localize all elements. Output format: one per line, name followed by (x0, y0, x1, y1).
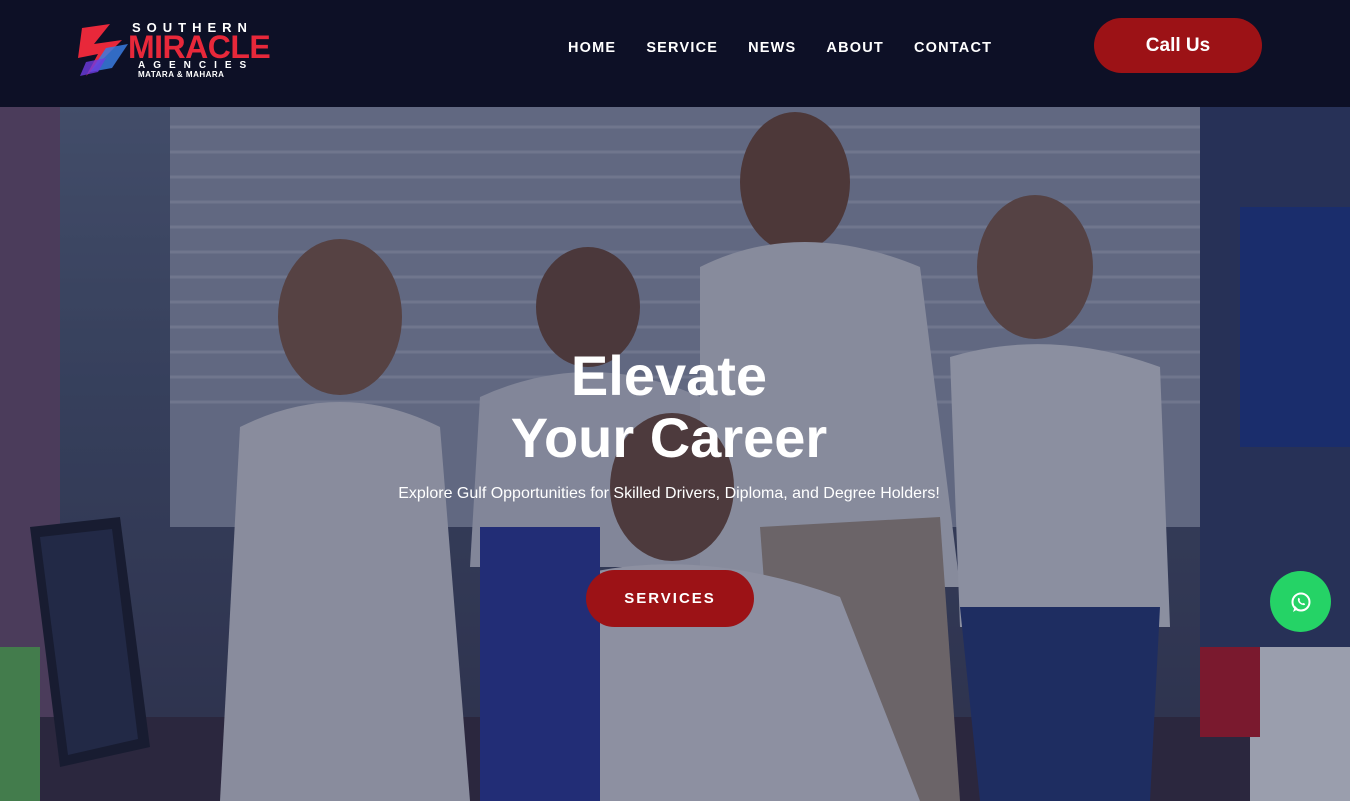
hero-title-line-2: Your Career (510, 406, 828, 469)
nav-news[interactable]: NEWS (748, 40, 796, 56)
call-us-button[interactable]: Call Us (1094, 18, 1262, 73)
hero-title: Elevate Your Career (0, 345, 1338, 469)
logo-mark-icon (78, 24, 128, 76)
whatsapp-icon (1291, 592, 1310, 612)
hero-title-line-1: Elevate (570, 344, 768, 407)
hero-subtitle: Explore Gulf Opportunities for Skilled D… (398, 485, 940, 502)
main-nav: HOME SERVICE NEWS ABOUT CONTACT (568, 40, 1022, 56)
brand-logo[interactable]: SOUTHERN MIRACLE AGENCIES MATARA & MAHAR… (76, 20, 271, 80)
nav-home[interactable]: HOME (568, 40, 616, 56)
whatsapp-button[interactable] (1270, 571, 1331, 632)
services-button[interactable]: SERVICES (586, 570, 754, 627)
hero-section: Elevate Your Career Explore Gulf Opportu… (0, 107, 1350, 801)
nav-service[interactable]: SERVICE (646, 40, 718, 56)
nav-contact[interactable]: CONTACT (914, 40, 992, 56)
nav-about[interactable]: ABOUT (826, 40, 884, 56)
brand-line-4: MATARA & MAHARA (138, 70, 225, 79)
site-header: SOUTHERN MIRACLE AGENCIES MATARA & MAHAR… (0, 0, 1350, 107)
